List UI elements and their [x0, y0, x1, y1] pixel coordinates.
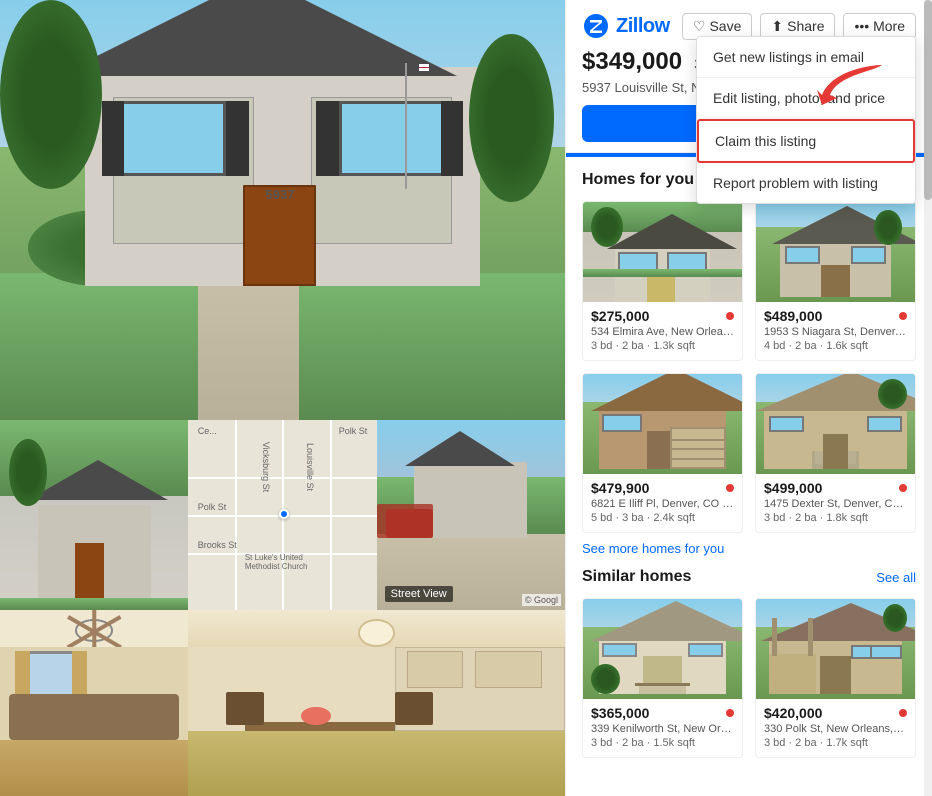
home-card-1-info: $275,000 534 Elmira Ave, New Orleans... … — [583, 302, 742, 360]
home-card-1-price-row: $275,000 — [591, 308, 734, 324]
similar-card-2-price: $420,000 — [764, 705, 822, 721]
share-icon: ⬆ — [771, 18, 783, 35]
home-card-3-address: 6821 E Iliff Pl, Denver, CO 80... — [591, 498, 734, 510]
home-card-4-image — [756, 374, 915, 474]
dropdown-menu: Get new listings in email Edit listing, … — [696, 36, 916, 204]
similar-homes-header: Similar homes See all — [582, 568, 916, 586]
photo-cell-dining[interactable] — [188, 610, 565, 796]
see-all-link[interactable]: See all — [876, 570, 916, 585]
home-card-3-image — [583, 374, 742, 474]
photo-cell-street-view[interactable]: Street View © Googl — [377, 420, 565, 610]
home-card-4-details: 3 bd · 2 ba · 1.8k sqft — [764, 512, 907, 524]
similar-card-1-status — [726, 709, 734, 717]
dropdown-item-email[interactable]: Get new listings in email — [697, 37, 915, 78]
share-label: Share — [787, 18, 824, 34]
home-card-2-status — [899, 312, 907, 320]
scrollbar-track — [924, 0, 932, 796]
save-label: Save — [709, 18, 741, 34]
home-card-1-details: 3 bd · 2 ba · 1.3k sqft — [591, 340, 734, 352]
home-card-3-price-row: $479,900 — [591, 480, 734, 496]
photo-cell-map[interactable]: Louisville St Vicksburg St Polk St Brook… — [188, 420, 376, 610]
home-card-2-price-row: $489,000 — [764, 308, 907, 324]
similar-card-2-status — [899, 709, 907, 717]
photo-panel: 5937 — [0, 0, 565, 796]
homes-for-you-section: Homes for you $27 — [566, 157, 932, 774]
heart-icon: ♡ — [693, 18, 706, 35]
home-card-4-info: $499,000 1475 Dexter St, Denver, CO ... … — [756, 474, 915, 532]
home-card-2-details: 4 bd · 2 ba · 1.6k sqft — [764, 340, 907, 352]
home-card-1-address: 534 Elmira Ave, New Orleans... — [591, 326, 734, 338]
more-dots-icon: ••• — [854, 18, 869, 34]
dropdown-item-edit[interactable]: Edit listing, photo, and price — [697, 78, 915, 119]
home-card-1-price: $275,000 — [591, 308, 649, 324]
home-card-4-price-row: $499,000 — [764, 480, 907, 496]
zillow-brand-text: Zillow — [616, 15, 670, 38]
similar-card-1[interactable]: $365,000 339 Kenilworth St, New Orle... … — [582, 598, 743, 758]
home-card-2-info: $489,000 1953 S Niagara St, Denver, C...… — [756, 302, 915, 360]
street-view-label: Street View — [385, 586, 453, 602]
homes-for-you-grid: $275,000 534 Elmira Ave, New Orleans... … — [582, 201, 916, 533]
similar-card-1-info: $365,000 339 Kenilworth St, New Orle... … — [583, 699, 742, 757]
similar-card-2-details: 3 bd · 2 ba · 1.7k sqft — [764, 737, 907, 749]
google-watermark: © Googl — [522, 594, 561, 606]
home-card-2[interactable]: $489,000 1953 S Niagara St, Denver, C...… — [755, 201, 916, 361]
similar-card-1-price: $365,000 — [591, 705, 649, 721]
home-card-3-price: $479,900 — [591, 480, 649, 496]
info-panel: Zillow ♡ Save ⬆ Share ••• More $349,000 — [565, 0, 932, 796]
similar-card-2-price-row: $420,000 — [764, 705, 907, 721]
similar-card-2-address: 330 Polk St, New Orleans, LA... — [764, 723, 907, 735]
home-card-2-price: $489,000 — [764, 308, 822, 324]
similar-card-2-image — [756, 599, 915, 699]
home-card-1-image — [583, 202, 742, 302]
similar-homes-title: Similar homes — [582, 568, 691, 586]
home-card-3[interactable]: $479,900 6821 E Iliff Pl, Denver, CO 80.… — [582, 373, 743, 533]
similar-card-1-details: 3 bd · 2 ba · 1.5k sqft — [591, 737, 734, 749]
similar-card-2[interactable]: $420,000 330 Polk St, New Orleans, LA...… — [755, 598, 916, 758]
home-card-4-status — [899, 484, 907, 492]
scrollbar-thumb[interactable] — [924, 0, 932, 200]
similar-card-1-price-row: $365,000 — [591, 705, 734, 721]
similar-card-2-info: $420,000 330 Polk St, New Orleans, LA...… — [756, 699, 915, 757]
similar-card-1-address: 339 Kenilworth St, New Orle... — [591, 723, 734, 735]
home-card-3-details: 5 bd · 3 ba · 2.4k sqft — [591, 512, 734, 524]
photo-grid: Louisville St Vicksburg St Polk St Brook… — [0, 420, 565, 796]
listing-price: $349,000 — [582, 48, 682, 76]
home-card-2-image — [756, 202, 915, 302]
home-card-3-status — [726, 484, 734, 492]
home-card-2-address: 1953 S Niagara St, Denver, C... — [764, 326, 907, 338]
photo-cell-living-room[interactable] — [0, 610, 188, 796]
main-photo[interactable]: 5937 — [0, 0, 565, 420]
home-card-4-address: 1475 Dexter St, Denver, CO ... — [764, 498, 907, 510]
similar-homes-grid: $365,000 339 Kenilworth St, New Orle... … — [582, 598, 916, 758]
home-card-4[interactable]: $499,000 1475 Dexter St, Denver, CO ... … — [755, 373, 916, 533]
see-more-homes-link[interactable]: See more homes for you — [582, 541, 916, 556]
home-card-4-price: $499,000 — [764, 480, 822, 496]
more-label: More — [873, 18, 905, 34]
dropdown-item-claim[interactable]: Claim this listing — [697, 119, 915, 163]
home-card-1-status — [726, 312, 734, 320]
home-card-3-info: $479,900 6821 E Iliff Pl, Denver, CO 80.… — [583, 474, 742, 532]
photo-cell-exterior[interactable] — [0, 420, 188, 610]
zillow-z-icon — [582, 12, 610, 40]
similar-card-1-image — [583, 599, 742, 699]
home-card-1[interactable]: $275,000 534 Elmira Ave, New Orleans... … — [582, 201, 743, 361]
zillow-logo: Zillow — [582, 12, 670, 40]
dropdown-item-report[interactable]: Report problem with listing — [697, 163, 915, 203]
